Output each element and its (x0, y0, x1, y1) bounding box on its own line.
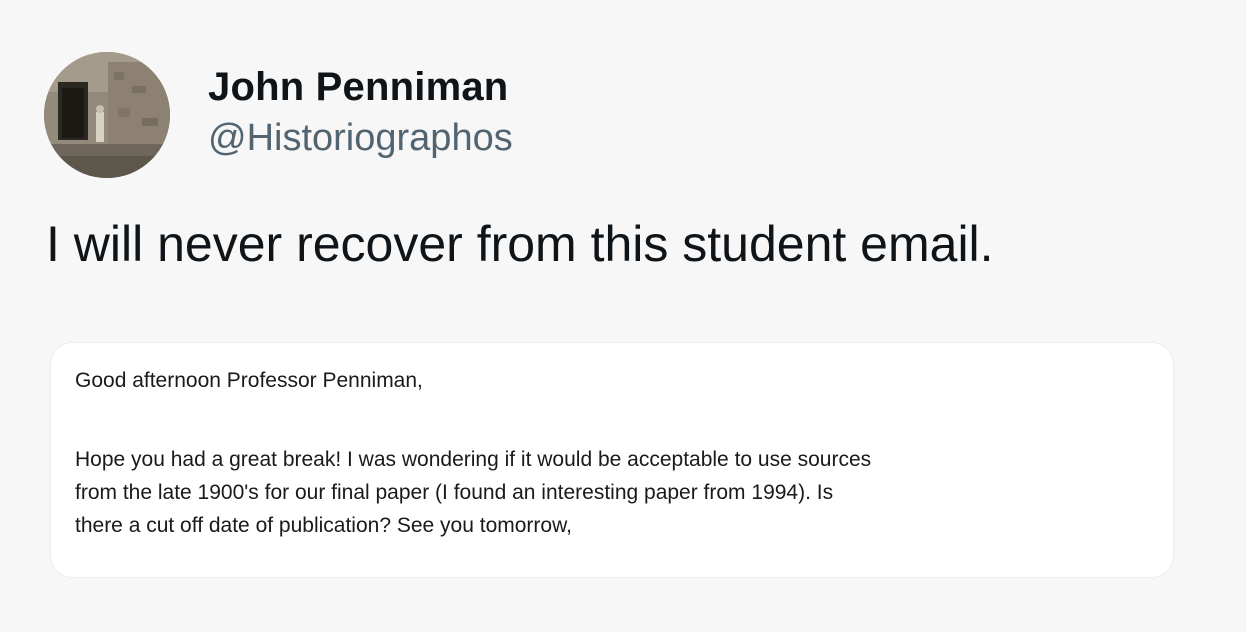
email-screenshot-card[interactable]: Good afternoon Professor Penniman, Hope … (50, 342, 1174, 578)
email-body-line: from the late 1900's for our final paper… (75, 481, 834, 504)
email-body-line: Hope you had a great break! I was wonder… (75, 448, 872, 471)
tweet-header: John Penniman @Historiographos (44, 52, 513, 178)
tweet: John Penniman @Historiographos I will ne… (0, 0, 1246, 632)
tweet-text: I will never recover from this student e… (46, 216, 994, 272)
email-body: Hope you had a great break! I was wonder… (75, 443, 1165, 542)
avatar[interactable] (44, 52, 170, 178)
author-handle[interactable]: @Historiographos (208, 113, 513, 163)
email-greeting: Good afternoon Professor Penniman, (75, 369, 423, 392)
profile-photo-icon (44, 52, 170, 178)
email-body-line: there a cut off date of publication? See… (75, 514, 572, 537)
author-names: John Penniman @Historiographos (208, 63, 513, 163)
author-display-name[interactable]: John Penniman (208, 63, 513, 111)
